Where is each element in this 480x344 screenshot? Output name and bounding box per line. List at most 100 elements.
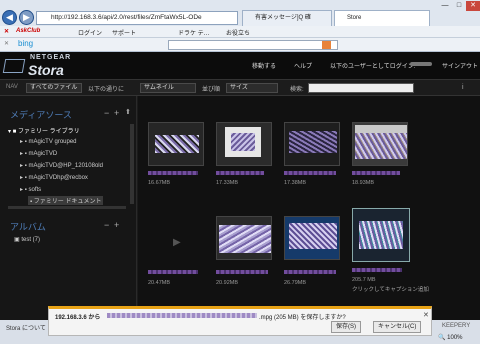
download-notification-bar: 192.168.3.6 から .mpg (205 MB) を保存しますか? 保存…	[48, 306, 432, 336]
download-question: .mpg (205 MB) を保存しますか?	[259, 315, 346, 321]
tab-message[interactable]: 有害メッセージ]Q 確	[242, 10, 332, 26]
close-download-icon[interactable]: ✕	[423, 311, 429, 319]
caption-hint[interactable]: クリックしてキャプション追加	[352, 285, 429, 293]
file-name-redacted	[148, 171, 198, 175]
bing-search-input[interactable]	[168, 40, 338, 50]
file-search-input[interactable]	[308, 83, 414, 93]
folder-item[interactable]: ▸ ▪ mAgicTVD	[20, 150, 57, 157]
back-button[interactable]: ◀	[2, 10, 17, 25]
download-host: 192.168.3.6 から	[55, 315, 101, 321]
folder-item[interactable]: ▸ ▪ mAgicTVD@HP_120108old	[20, 162, 103, 169]
dorake-link[interactable]: ドラケ テ…	[178, 28, 210, 37]
bing-logo: bing	[18, 39, 34, 48]
remove-album-icon[interactable]: −	[104, 220, 109, 230]
thumbnail-image	[219, 225, 271, 253]
video-icon: ▶	[173, 237, 181, 248]
favorite-link[interactable]: お役立ち	[226, 28, 250, 37]
library-root[interactable]: ▾ ■ ファミリー ライブラリ	[8, 126, 80, 135]
signout-link[interactable]: サインアウト	[442, 61, 478, 70]
file-size: 17.33MB	[216, 180, 239, 186]
filter-bar: NAV すべてのファイル 以下の通りに サムネイル 並び順 サイズ 検索: i	[0, 80, 480, 96]
file-thumbnail-selected[interactable]	[352, 208, 410, 262]
zoom-level[interactable]: 🔍 100%	[438, 334, 463, 341]
address-bar[interactable]: http://192.168.3.6/api/2.0/rest/files/Zm…	[36, 11, 238, 25]
login-link[interactable]: ログイン	[78, 28, 102, 37]
close-bing-icon[interactable]: ✕	[4, 40, 9, 47]
file-thumbnail[interactable]	[352, 122, 408, 166]
album-item[interactable]: ▣ test (7)	[14, 236, 40, 243]
zoom-value: 100%	[447, 335, 463, 341]
up-icon[interactable]: ⬆	[125, 108, 131, 116]
file-size: 18.93MB	[352, 180, 375, 186]
order-label: 以下の通りに	[88, 87, 125, 93]
folder-item[interactable]: ▸ ▪ mAgicTV grouped	[20, 138, 77, 145]
minimize-icon[interactable]: —	[438, 1, 452, 11]
file-thumbnail[interactable]	[216, 216, 272, 260]
file-size: 20.92MB	[216, 280, 239, 286]
add-album-icon[interactable]: +	[114, 220, 119, 230]
folder-item[interactable]: ▸ ▪ softs	[20, 186, 41, 193]
app-header: NETGEAR Stora 移動する ヘルプ 以下のユーザーとしてログイン: サ…	[0, 52, 480, 80]
album-title: アルバム	[10, 222, 46, 232]
maximize-icon[interactable]: □	[452, 1, 466, 11]
close-icon[interactable]: ✕	[466, 1, 480, 11]
search-icon[interactable]	[322, 41, 331, 49]
remove-icon[interactable]: −	[104, 108, 109, 118]
file-size: 16.67MB	[148, 180, 171, 186]
library-label: ファミリー ライブラリ	[17, 129, 80, 135]
file-grid: 16.67MB 17.33MB 17.38MB 18.93MB ▶ 20.47M…	[138, 96, 480, 320]
tab-store[interactable]: Store	[334, 10, 430, 26]
file-thumbnail[interactable]	[284, 216, 340, 260]
file-name-redacted	[352, 171, 400, 175]
forward-button[interactable]: ▶	[19, 10, 34, 25]
sidebar-scrollbar[interactable]	[130, 124, 134, 204]
file-name-redacted	[284, 270, 336, 274]
view-select[interactable]: サムネイル	[140, 83, 196, 93]
menu-help[interactable]: ヘルプ	[294, 61, 312, 70]
file-thumbnail[interactable]	[284, 122, 340, 166]
file-thumbnail[interactable]	[148, 122, 204, 166]
thumbnail-image	[289, 131, 337, 153]
close-toolbar-icon[interactable]: ✕	[4, 28, 9, 35]
folder-label: ファミリー ドキュメント	[33, 199, 102, 205]
file-size: 26.79MB	[284, 280, 307, 286]
file-name-redacted	[284, 171, 336, 175]
nav-label: NAV	[6, 84, 18, 90]
file-thumbnail[interactable]	[216, 122, 272, 166]
folder-item[interactable]: ▸ ▪ mAgicTVDhp@recbox	[20, 174, 88, 181]
download-filename-redacted	[107, 313, 257, 318]
sort-select[interactable]: サイズ	[226, 83, 278, 93]
menu-login-as: 以下のユーザーとしてログイン:	[330, 64, 416, 70]
thumbnail-image	[359, 221, 403, 249]
file-name-redacted	[216, 171, 264, 175]
file-thumbnail[interactable]: ▶	[148, 216, 204, 260]
thumbnail-image	[355, 125, 407, 133]
file-name-redacted	[216, 270, 268, 274]
type-select[interactable]: すべてのファイル	[26, 83, 82, 93]
browser-chrome: ◀ ▶ http://192.168.3.6/api/2.0/rest/file…	[0, 0, 480, 52]
file-size: 205.7 MB	[352, 277, 376, 283]
thumbnail-image	[289, 223, 337, 249]
folder-label: softs	[28, 187, 42, 193]
file-name-redacted	[352, 268, 402, 272]
info-icon[interactable]: i	[462, 84, 470, 92]
media-source-title: メディアソース	[10, 110, 72, 120]
folder-item-selected[interactable]: ▪ ファミリー ドキュメント	[28, 196, 104, 205]
toolbar-askclub: ✕ AskClub ログイン サポート ドラケ テ… お役立ち	[0, 26, 480, 38]
sidebar: メディアソース − + ⬆ ▾ ■ ファミリー ライブラリ ▸ ▪ mAgicT…	[0, 96, 137, 320]
thumbnail-overlay	[355, 133, 407, 159]
file-size: 20.47MB	[148, 280, 171, 286]
support-link[interactable]: サポート	[112, 28, 136, 37]
save-button[interactable]: 保存(S)	[331, 321, 361, 333]
add-icon[interactable]: +	[114, 108, 119, 118]
cancel-button[interactable]: キャンセル(C)	[373, 321, 422, 333]
file-name-redacted	[148, 270, 198, 274]
menu-move[interactable]: 移動する	[252, 61, 276, 70]
about-link[interactable]: Stora について	[6, 323, 46, 332]
sidebar-hscrollbar[interactable]	[8, 206, 126, 209]
toolbar-bing: ✕ bing	[0, 38, 480, 52]
file-size: 17.38MB	[284, 180, 307, 186]
folder-label: mAgicTVDhp@recbox	[28, 175, 88, 181]
search-label: 検索:	[290, 87, 304, 93]
album-label: test (7)	[21, 237, 41, 243]
